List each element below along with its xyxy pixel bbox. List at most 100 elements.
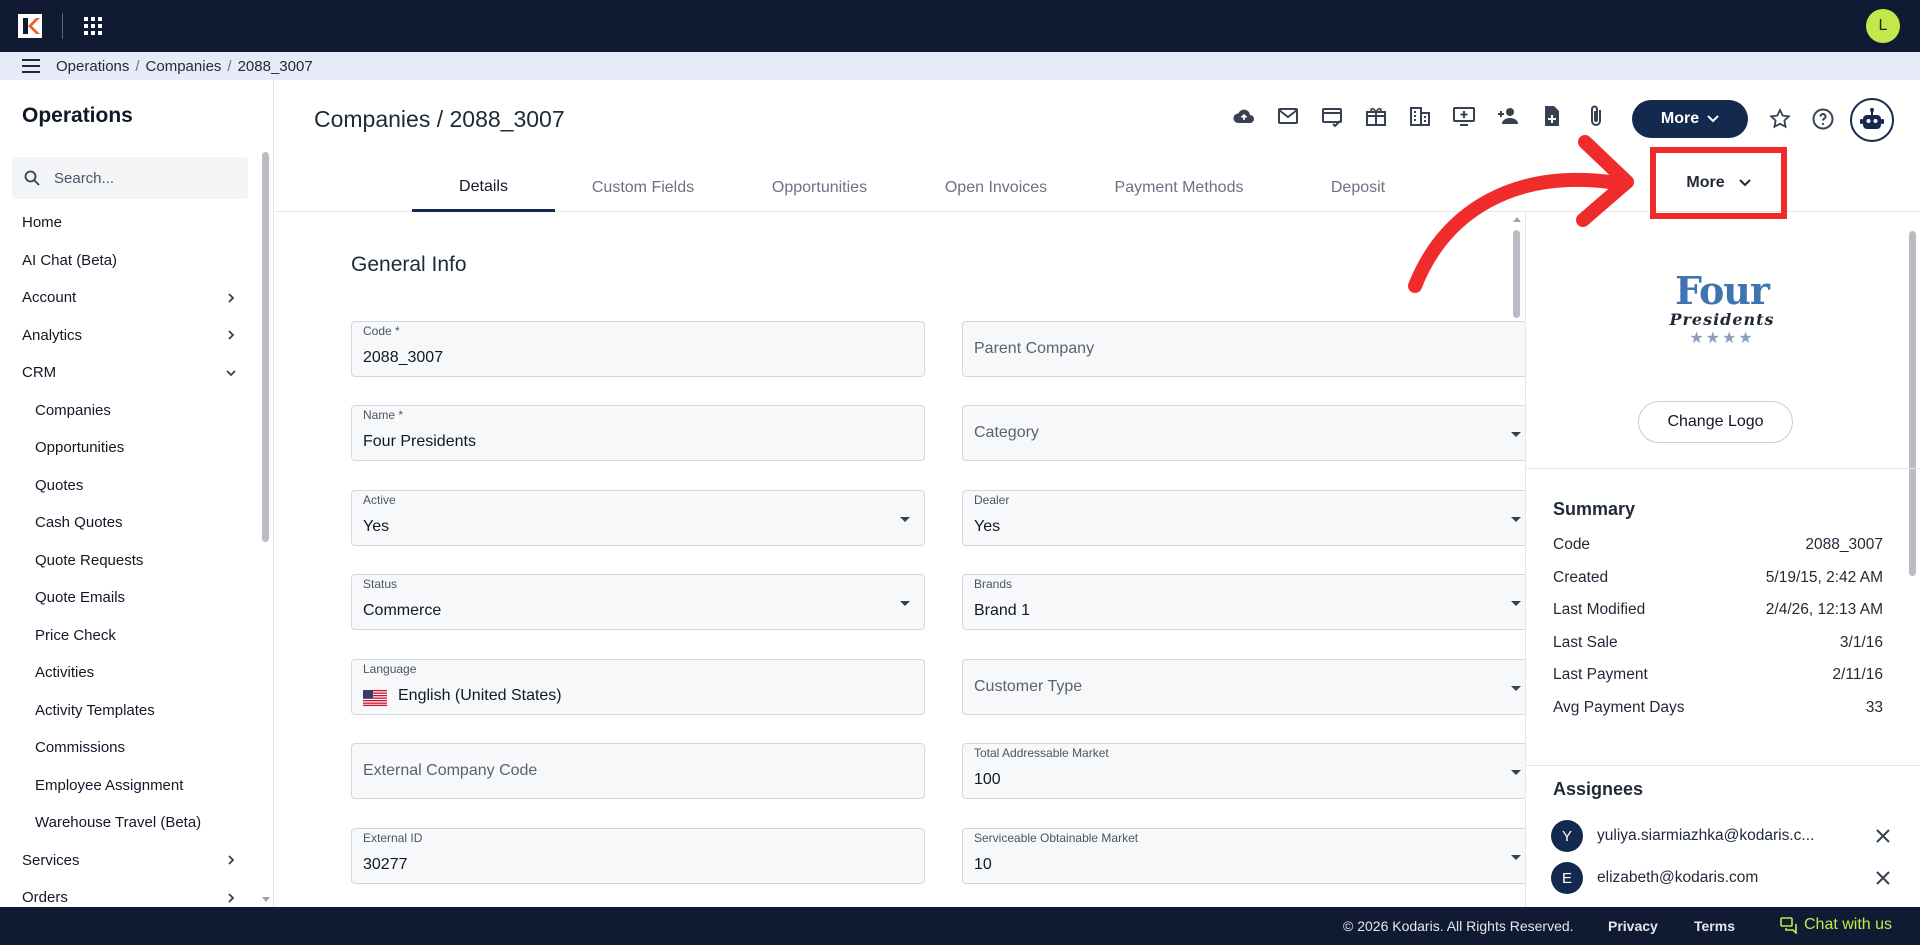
tab-custom-fields[interactable]: Custom Fields [555,164,731,212]
sidebar-item[interactable]: Analytics [0,317,262,355]
sidebar-item[interactable]: Activity Templates [0,692,262,730]
dropdown-caret-icon [900,517,910,522]
sidebar-item[interactable]: Commissions [0,729,262,767]
sidebar-search[interactable] [12,157,248,199]
change-logo-button[interactable]: Change Logo [1638,401,1793,443]
card-check-icon[interactable] [1320,104,1344,128]
sidebar-item[interactable]: Quotes [0,467,262,505]
file-add-icon[interactable] [1540,104,1564,128]
sidebar-item[interactable]: Price Check [0,617,262,655]
more-button[interactable]: More [1632,100,1748,138]
star-icon[interactable] [1768,107,1792,136]
apps-grid-icon[interactable] [84,17,104,37]
breadcrumb-bar: Operations / Companies / 2088_3007 [0,52,1920,80]
external-company-code-field[interactable]: External Company Code [351,743,925,799]
mail-icon[interactable] [1276,104,1300,128]
help-icon[interactable] [1811,107,1835,136]
main-scrollbar[interactable] [1513,230,1520,318]
status-select[interactable]: Status Commerce [351,574,925,630]
sidebar-item[interactable]: Employee Assignment [0,767,262,805]
active-select[interactable]: Active Yes [351,490,925,546]
chevron-right-icon [228,330,235,340]
chevron-down-icon [1738,179,1751,187]
external-id-field[interactable]: External ID 30277 [351,828,925,884]
sidebar-search-input[interactable] [54,169,234,187]
scroll-down-arrow[interactable] [262,897,270,902]
breadcrumb-companies[interactable]: Companies [146,58,222,75]
sidebar-item[interactable]: Account [0,279,262,317]
tab-payment-methods[interactable]: Payment Methods [1084,164,1274,212]
scroll-up-arrow[interactable] [1513,217,1521,222]
field-label: Brands [974,577,1013,591]
chat-label: Chat with us [1804,916,1893,933]
chat-with-us-button[interactable]: Chat with us [1780,916,1892,934]
field-label: Status [363,577,398,591]
breadcrumb-separator: / [135,57,140,75]
privacy-link[interactable]: Privacy [1608,918,1658,934]
parent-company-field[interactable]: Parent Company [962,321,1525,377]
tabs-more-label: More [1686,174,1725,191]
code-field[interactable]: Code * 2088_3007 [351,321,925,377]
customer-type-select[interactable]: Customer Type [962,659,1525,715]
breadcrumb-operations[interactable]: Operations [56,58,129,75]
sidebar-item[interactable]: Home [0,204,262,242]
total-addressable-market-select[interactable]: Total Addressable Market 100 [962,743,1525,799]
terms-link[interactable]: Terms [1694,918,1735,934]
dealer-select[interactable]: Dealer Yes [962,490,1525,546]
field-value: 10 [974,856,992,873]
chevron-down-icon [226,370,236,377]
gift-icon[interactable] [1364,104,1388,128]
details-form: General Info Code * 2088_3007 Parent Com… [275,213,1525,907]
dropdown-caret-icon [1511,770,1521,775]
category-select[interactable]: Category [962,405,1525,461]
sidebar-item[interactable]: Quote Requests [0,542,262,580]
right-panel: Four Presidents ★★★★ Change Logo Summary… [1525,213,1920,907]
brands-select[interactable]: Brands Brand 1 [962,574,1525,630]
user-avatar[interactable]: L [1866,9,1900,43]
field-value: Yes [974,518,1001,535]
right-panel-scrollbar[interactable] [1909,231,1916,576]
sidebar-item[interactable]: AI Chat (Beta) [0,242,262,280]
remove-assignee-icon[interactable] [1875,870,1891,886]
field-placeholder: Customer Type [974,678,1083,695]
sidebar-item-label: Quote Emails [35,589,126,607]
tab-details[interactable]: Details [412,164,555,212]
sidebar-item[interactable]: Services [0,842,262,880]
person-add-icon[interactable] [1496,104,1520,128]
field-label: Active [363,493,396,507]
buildings-icon[interactable] [1408,104,1432,128]
tab-open-invoices[interactable]: Open Invoices [908,164,1084,212]
sidebar-item[interactable]: CRM [0,354,262,392]
field-value: Commerce [363,602,442,619]
summary-row: Avg Payment Days 33 [1553,699,1883,717]
summary-key: Created [1553,568,1609,586]
divider [1526,468,1920,469]
sidebar-item[interactable]: Opportunities [0,429,262,467]
sidebar-scrollbar[interactable] [262,152,269,542]
paperclip-icon[interactable] [1584,104,1608,128]
sidebar-item[interactable]: Activities [0,654,262,692]
sidebar-item[interactable]: Orders [0,879,262,907]
menu-icon[interactable] [22,59,40,73]
cloud-icon[interactable] [1232,104,1256,128]
serviceable-obtainable-market-select[interactable]: Serviceable Obtainable Market 10 [962,828,1525,884]
sidebar-item-label: Home [22,214,63,232]
field-value: 30277 [363,856,408,873]
sidebar: Operations Home AI Chat (Beta) Account Anal… [0,80,274,907]
language-select[interactable]: Language English (United States) [351,659,925,715]
sidebar-item[interactable]: Cash Quotes [0,504,262,542]
tabs-more-dropdown[interactable]: More [1650,147,1787,219]
monitor-add-icon[interactable] [1452,104,1476,128]
sidebar-item[interactable]: Quote Emails [0,579,262,617]
name-field[interactable]: Name * Four Presidents [351,405,925,461]
sidebar-item-label: Orders [22,889,68,907]
tab-opportunities[interactable]: Opportunities [731,164,908,212]
kodaris-logo-icon[interactable] [18,14,42,38]
sidebar-item[interactable]: Warehouse Travel (Beta) [0,804,262,842]
ai-assistant-button[interactable] [1850,98,1894,142]
dropdown-caret-icon [1511,517,1521,522]
field-value: 2088_3007 [363,349,444,366]
sidebar-item[interactable]: Companies [0,392,262,430]
remove-assignee-icon[interactable] [1875,828,1891,844]
top-bar: L [0,0,1920,52]
